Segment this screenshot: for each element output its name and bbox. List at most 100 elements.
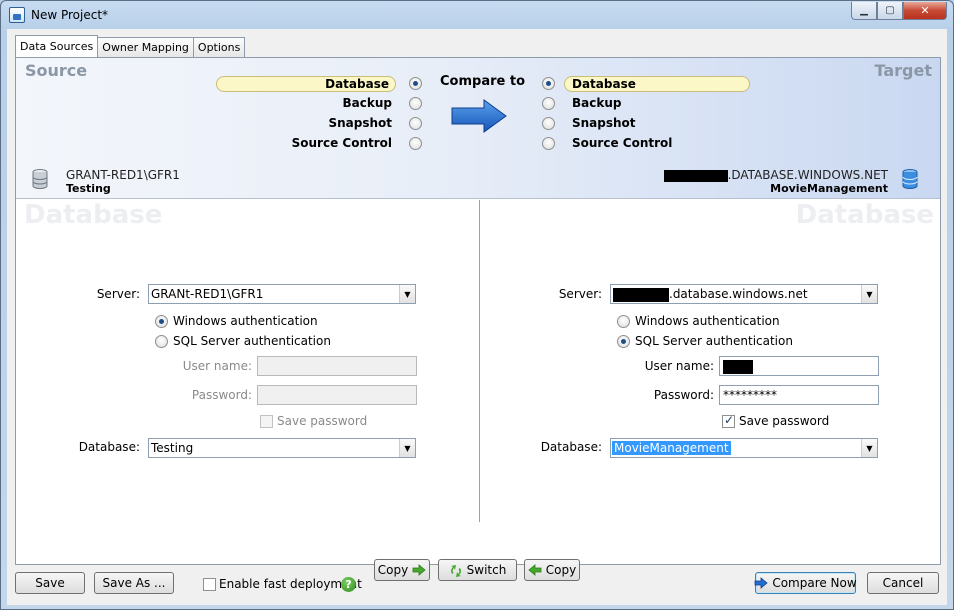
- source-database-value: Testing: [151, 441, 194, 455]
- target-database-label: Database:: [540, 440, 602, 454]
- radio-icon[interactable]: [542, 117, 555, 130]
- source-heading: Source: [25, 61, 88, 80]
- chevron-down-icon[interactable]: ▼: [861, 439, 877, 457]
- database-icon: [32, 169, 48, 189]
- source-save-password-checkbox[interactable]: [260, 415, 273, 428]
- switch-icon: [449, 564, 463, 577]
- radio-icon[interactable]: [617, 335, 630, 348]
- target-option-label: Backup: [572, 96, 622, 110]
- copy-to-target-label: Copy: [377, 563, 409, 577]
- fast-deployment-checkbox[interactable]: [203, 578, 216, 591]
- save-button[interactable]: Save: [15, 572, 85, 594]
- compare-arrow-icon: [754, 577, 768, 589]
- arrow-right-icon: [412, 564, 426, 576]
- target-option-snapshot[interactable]: Snapshot: [542, 115, 752, 133]
- target-heading: Target: [874, 61, 933, 80]
- source-server-label: Server:: [96, 287, 140, 301]
- radio-icon[interactable]: [155, 335, 168, 348]
- radio-icon[interactable]: [542, 77, 555, 90]
- source-option-source-control[interactable]: Source Control: [206, 135, 422, 153]
- target-database-name: MovieManagement: [770, 182, 888, 195]
- copy-to-target-button[interactable]: Copy: [374, 559, 430, 581]
- target-server-suffix: .database.windows.net: [669, 287, 808, 301]
- copy-to-source-button[interactable]: Copy: [524, 559, 580, 581]
- target-option-label: Database: [564, 76, 750, 92]
- source-option-label: Backup: [342, 96, 392, 110]
- target-option-source-control[interactable]: Source Control: [542, 135, 752, 153]
- save-as-button[interactable]: Save As ...: [94, 572, 174, 594]
- target-option-backup[interactable]: Backup: [542, 95, 752, 113]
- arrow-left-icon: [528, 564, 542, 576]
- redacted-block: [613, 287, 669, 302]
- redacted-block: [723, 359, 753, 374]
- tab-data-sources[interactable]: Data Sources: [15, 35, 99, 57]
- target-username-label: User name:: [644, 359, 714, 373]
- source-password-input[interactable]: [257, 385, 417, 405]
- source-option-label: Snapshot: [328, 116, 392, 130]
- panel-divider: [479, 200, 480, 522]
- close-icon[interactable]: ✕: [903, 2, 947, 20]
- source-option-database[interactable]: Database: [206, 75, 422, 93]
- target-password-input[interactable]: *********: [719, 385, 879, 405]
- database-icon: [902, 169, 918, 189]
- target-save-password-checkbox[interactable]: [722, 413, 735, 428]
- target-server-label: Server:: [558, 287, 602, 301]
- app-window: New Project* ▁ ▢ ✕ Data Sources Owner Ma…: [0, 0, 954, 610]
- radio-icon[interactable]: [542, 97, 555, 110]
- radio-icon[interactable]: [409, 77, 422, 90]
- source-auth-sql-label: SQL Server authentication: [173, 334, 331, 348]
- source-username-input[interactable]: [257, 356, 417, 376]
- source-option-snapshot[interactable]: Snapshot: [206, 115, 422, 133]
- switch-label: Switch: [466, 563, 507, 577]
- app-icon: [9, 7, 25, 23]
- switch-button[interactable]: Switch: [438, 559, 517, 581]
- source-password-label: Password:: [191, 388, 252, 402]
- window-controls: ▁ ▢ ✕: [851, 2, 947, 20]
- radio-icon[interactable]: [409, 97, 422, 110]
- source-database-combo[interactable]: Testing ▼: [148, 438, 416, 458]
- source-option-backup[interactable]: Backup: [206, 95, 422, 113]
- cancel-button[interactable]: Cancel: [867, 572, 939, 594]
- target-option-database[interactable]: Database: [542, 75, 752, 93]
- chevron-down-icon[interactable]: ▼: [399, 439, 415, 457]
- title-bar[interactable]: New Project* ▁ ▢ ✕: [1, 1, 953, 29]
- copy-to-source-label: Copy: [545, 563, 577, 577]
- compare-now-label: Compare Now: [772, 576, 857, 590]
- target-server-suffix: .DATABASE.WINDOWS.NET: [727, 168, 888, 182]
- radio-icon[interactable]: [409, 117, 422, 130]
- target-database-combo[interactable]: MovieManagement ▼: [610, 438, 878, 458]
- tab-strip: Data Sources Owner Mapping Options: [15, 35, 246, 57]
- target-username-input[interactable]: [719, 356, 879, 376]
- source-server-value: GRANt-RED1\GFR1: [151, 287, 264, 301]
- source-option-label: Database: [216, 76, 396, 92]
- maximize-icon[interactable]: ▢: [877, 2, 903, 20]
- minimize-icon[interactable]: ▁: [851, 2, 877, 20]
- tab-owner-mapping[interactable]: Owner Mapping: [97, 37, 194, 57]
- source-option-label: Source Control: [291, 136, 392, 150]
- data-sources-panel: Source Target Compare to Database Backup…: [15, 57, 941, 581]
- radio-icon[interactable]: [542, 137, 555, 150]
- source-database-name: Testing: [66, 182, 111, 195]
- source-target-header: Source Target Compare to Database Backup…: [16, 58, 940, 199]
- source-username-label: User name:: [182, 359, 252, 373]
- source-server-combo[interactable]: GRANt-RED1\GFR1 ▼: [148, 284, 416, 304]
- radio-icon[interactable]: [617, 315, 630, 328]
- target-auth-windows-label: Windows authentication: [635, 314, 780, 328]
- source-auth-windows-label: Windows authentication: [173, 314, 318, 328]
- target-option-label: Snapshot: [572, 116, 636, 130]
- help-icon[interactable]: ?: [341, 577, 356, 592]
- chevron-down-icon[interactable]: ▼: [861, 285, 877, 303]
- target-watermark: Database: [795, 200, 934, 230]
- target-server-combo[interactable]: .database.windows.net ▼: [610, 284, 878, 304]
- source-server-name: GRANT-RED1\GFR1: [66, 168, 180, 182]
- client-area: Data Sources Owner Mapping Options Sourc…: [7, 29, 947, 605]
- target-option-label: Source Control: [572, 136, 673, 150]
- compare-to-label: Compare to: [440, 74, 525, 89]
- compare-now-button[interactable]: Compare Now: [754, 572, 857, 594]
- tab-options[interactable]: Options: [192, 37, 246, 57]
- radio-icon[interactable]: [155, 315, 168, 328]
- compare-arrow-icon: [450, 98, 508, 134]
- source-save-password-label: Save password: [277, 414, 368, 428]
- radio-icon[interactable]: [409, 137, 422, 150]
- chevron-down-icon[interactable]: ▼: [399, 285, 415, 303]
